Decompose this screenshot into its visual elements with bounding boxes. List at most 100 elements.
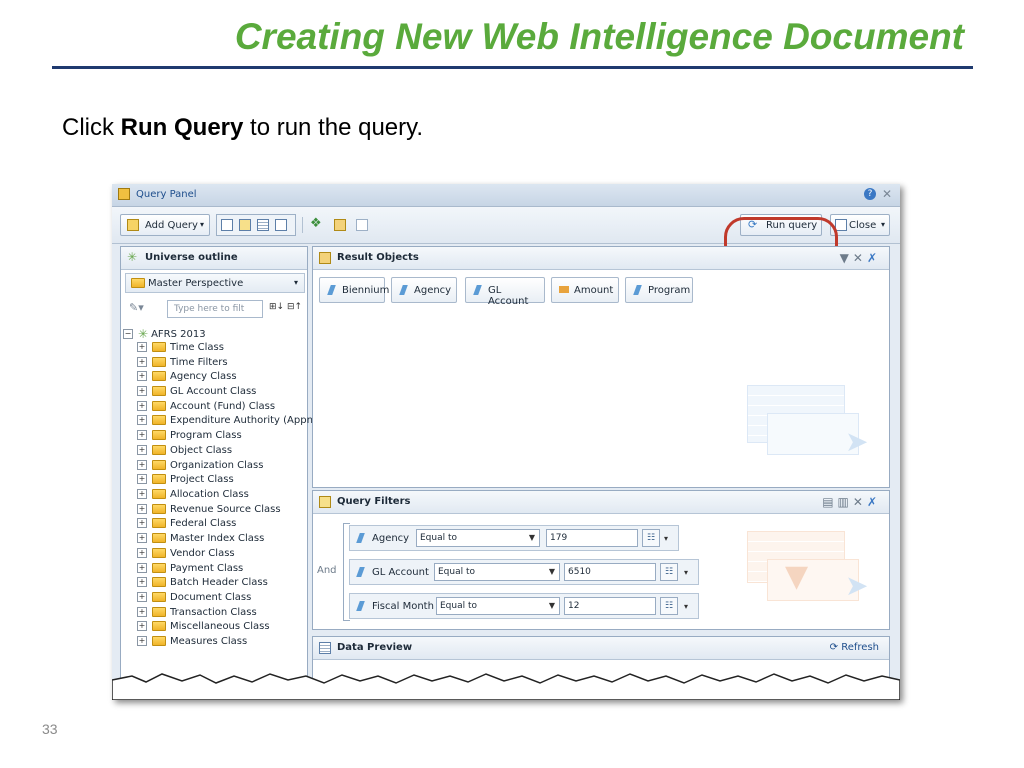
refresh-icon: ⟳ (829, 642, 842, 653)
expand-icon[interactable]: + (137, 548, 147, 558)
result-object-program[interactable]: Program (625, 277, 693, 303)
tree-item-allocation-class[interactable]: + Allocation Class (137, 489, 249, 503)
operator-select[interactable]: Equal to ▼ (434, 563, 560, 581)
tree-root[interactable]: − ✳ AFRS 2013 (123, 327, 206, 341)
expand-icon[interactable]: + (137, 504, 147, 514)
filter-icon[interactable]: ▼ (840, 251, 853, 265)
value-input[interactable]: 6510 (564, 563, 656, 581)
expand-icon[interactable]: + (137, 386, 147, 396)
and-operator[interactable]: And (317, 565, 337, 576)
tree-item-expenditure-authority[interactable]: + Expenditure Authority (Appn) (137, 415, 317, 429)
predefined-filter-icon[interactable]: ▤ (822, 495, 837, 509)
universe-icon[interactable]: ❖ (310, 216, 322, 231)
expand-icon[interactable]: + (137, 474, 147, 484)
dimension-icon (327, 285, 336, 295)
data-preview-title: Data Preview (337, 642, 413, 653)
expand-icon[interactable]: + (137, 460, 147, 470)
tree-item-gl-account-class[interactable]: + GL Account Class (137, 386, 256, 400)
panel-icon[interactable] (275, 219, 287, 231)
value-input[interactable]: 12 (564, 597, 656, 615)
operator-select[interactable]: Equal to ▼ (436, 597, 560, 615)
remove-all-icon[interactable]: ✗ (867, 495, 881, 509)
operator-select[interactable]: Equal to ▼ (416, 529, 540, 547)
outline-filter-input[interactable]: Type here to filt (167, 300, 263, 318)
universe-icon: ✳ (127, 250, 138, 264)
close-icon[interactable]: ✕ (882, 187, 892, 201)
expand-icon[interactable]: + (137, 621, 147, 631)
tree-item-master-index-class[interactable]: + Master Index Class (137, 533, 264, 547)
collapse-icon[interactable]: − (123, 329, 133, 339)
result-objects-title: Result Objects (337, 252, 419, 263)
remove-all-icon[interactable]: ✗ (867, 251, 881, 265)
expand-icon[interactable]: + (137, 533, 147, 543)
add-filter-icon[interactable]: ▥ (838, 495, 853, 509)
expand-icon[interactable]: + (137, 518, 147, 528)
add-query-button[interactable]: Add Query ▾ (120, 214, 210, 236)
tree-item-account-fund-class[interactable]: + Account (Fund) Class (137, 401, 275, 415)
tree-item-label: Project Class (170, 474, 234, 485)
filter-condition-fiscal-month: Fiscal Month Equal to ▼ 12 ☷ ▾ (349, 593, 699, 619)
expand-icon[interactable]: + (137, 445, 147, 455)
result-object-biennium[interactable]: Biennium (319, 277, 389, 303)
folder-icon (152, 430, 166, 440)
layout-icon[interactable] (221, 219, 233, 231)
expand-icon[interactable]: + (137, 371, 147, 381)
edit-icon[interactable] (239, 219, 251, 231)
result-object-gl-account[interactable]: GL Account (465, 277, 545, 307)
expand-icon[interactable]: + (137, 489, 147, 499)
tree-item-federal-class[interactable]: + Federal Class (137, 518, 236, 532)
tree-item-label: Object Class (170, 445, 233, 456)
tree-item-label: Federal Class (170, 518, 237, 529)
table-icon[interactable] (257, 219, 269, 231)
tree-item-revenue-source-class[interactable]: + Revenue Source Class (137, 504, 281, 518)
tree-item-time-class[interactable]: + Time Class (137, 342, 224, 356)
help-icon[interactable]: ? (864, 188, 876, 200)
value-input[interactable]: 179 (546, 529, 638, 547)
chevron-down-icon[interactable]: ▾ (684, 568, 688, 577)
expand-icon[interactable]: + (137, 577, 147, 587)
expand-icon[interactable]: + (137, 415, 147, 425)
tree-item-vendor-class[interactable]: + Vendor Class (137, 548, 235, 562)
chevron-down-icon[interactable]: ▾ (684, 602, 688, 611)
perspective-select[interactable]: Master Perspective ▾ (125, 273, 305, 293)
expand-icon[interactable]: + (137, 357, 147, 367)
expand-icon[interactable]: + (137, 342, 147, 352)
remove-icon[interactable]: ✕ (853, 251, 867, 265)
value-list-button[interactable]: ☷ (642, 529, 660, 547)
tree-item-document-class[interactable]: + Document Class (137, 592, 251, 606)
expand-icon[interactable]: + (137, 636, 147, 646)
main-toolbar: Add Query ▾ ❖ ⟳ Run query Close ▾ (112, 207, 900, 265)
tree-item-object-class[interactable]: + Object Class (137, 445, 232, 459)
expand-icon[interactable]: + (137, 401, 147, 411)
value-list-button[interactable]: ☷ (660, 563, 678, 581)
remove-icon[interactable]: ✕ (853, 495, 867, 509)
tree-item-measures-class[interactable]: + Measures Class (137, 636, 247, 650)
query-filters-header: Query Filters ▤▥✕✗ (313, 491, 889, 514)
tree-item-miscellaneous-class[interactable]: + Miscellaneous Class (137, 621, 270, 635)
tree-item-program-class[interactable]: + Program Class (137, 430, 242, 444)
tree-item-agency-class[interactable]: + Agency Class (137, 371, 237, 385)
value-list-button[interactable]: ☷ (660, 597, 678, 615)
properties-icon[interactable] (334, 219, 346, 231)
result-object-agency[interactable]: Agency (391, 277, 457, 303)
expand-icon[interactable]: + (137, 607, 147, 617)
expand-all-icon[interactable]: ⊞↓ (269, 302, 284, 312)
tree-item-time-filters[interactable]: + Time Filters (137, 357, 228, 371)
tree-item-batch-header-class[interactable]: + Batch Header Class (137, 577, 268, 591)
result-object-amount[interactable]: Amount (551, 277, 619, 303)
tree-item-organization-class[interactable]: + Organization Class (137, 460, 263, 474)
result-watermark-graphic: ➤ (743, 383, 883, 483)
expand-icon[interactable]: + (137, 430, 147, 440)
tree-item-transaction-class[interactable]: + Transaction Class (137, 607, 257, 621)
tree-item-project-class[interactable]: + Project Class (137, 474, 234, 488)
dimension-icon (633, 285, 642, 295)
sql-icon[interactable] (356, 219, 368, 231)
collapse-all-icon[interactable]: ⊟↑ (287, 302, 302, 312)
expand-icon[interactable]: + (137, 563, 147, 573)
tree-item-payment-class[interactable]: + Payment Class (137, 563, 243, 577)
expand-icon[interactable]: + (137, 592, 147, 602)
refresh-button[interactable]: ⟳ Refresh (830, 642, 879, 653)
chevron-down-icon[interactable]: ▾ (664, 534, 668, 543)
close-button[interactable]: Close ▾ (830, 214, 890, 236)
filter-options-icon[interactable]: ✎▾ (129, 301, 144, 314)
